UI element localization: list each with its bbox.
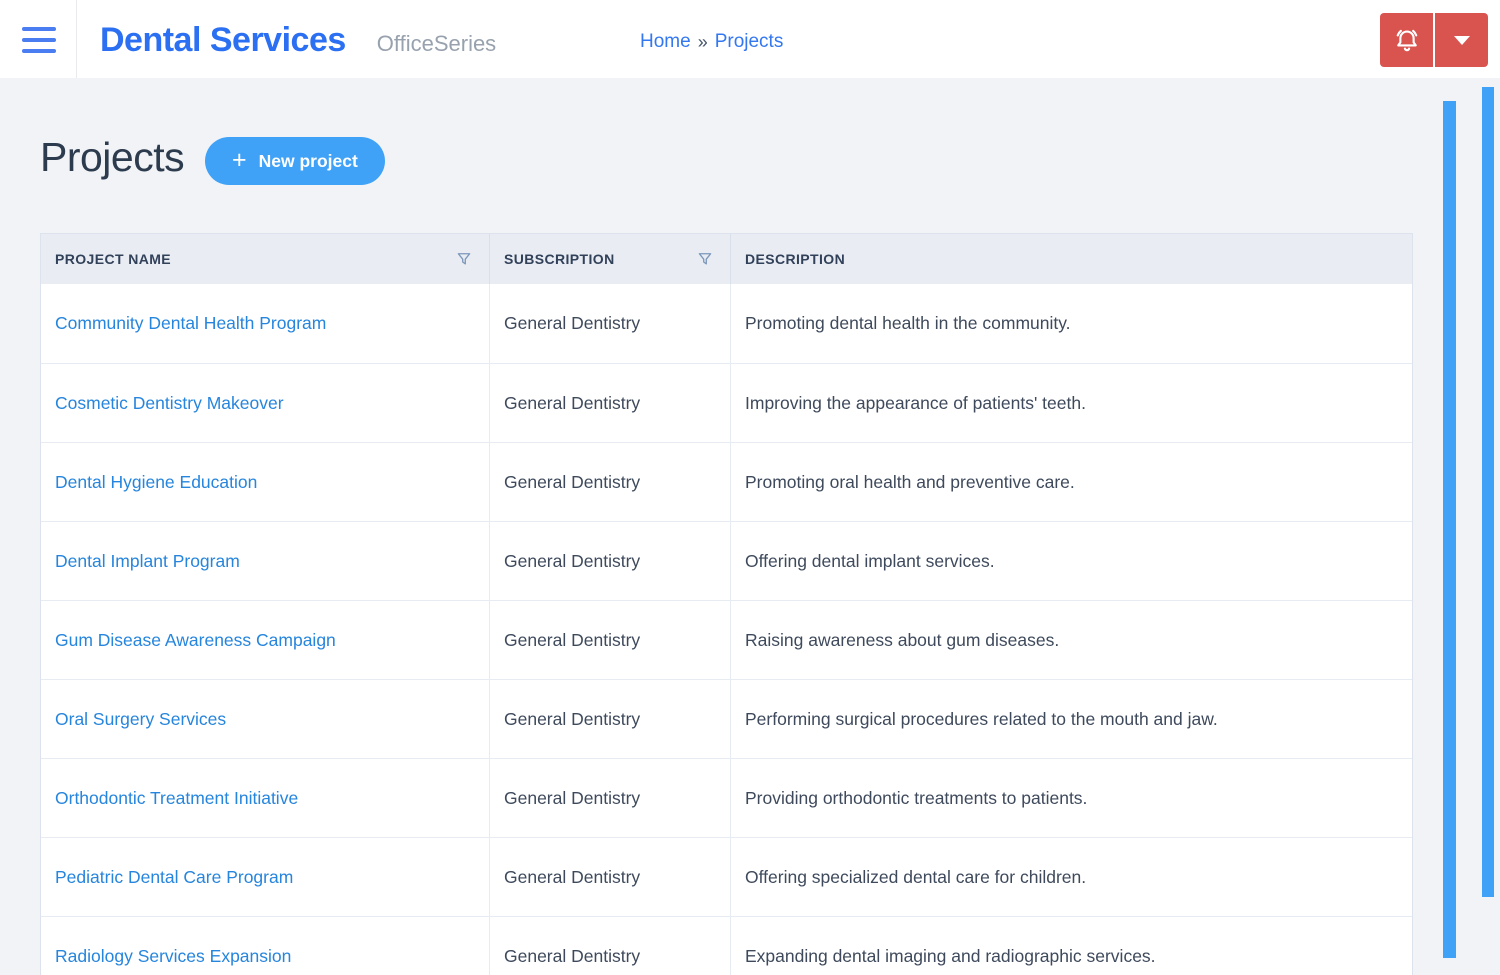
project-name-cell: Orthodontic Treatment Initiative bbox=[41, 759, 490, 837]
subscription-cell: General Dentistry bbox=[490, 601, 731, 679]
new-project-label: New project bbox=[259, 151, 358, 172]
project-name-link[interactable]: Pediatric Dental Care Program bbox=[55, 867, 293, 888]
project-name-link[interactable]: Oral Surgery Services bbox=[55, 709, 226, 730]
header-divider bbox=[76, 0, 77, 78]
project-name-link[interactable]: Radiology Services Expansion bbox=[55, 946, 291, 967]
project-name-link[interactable]: Orthodontic Treatment Initiative bbox=[55, 788, 298, 809]
menu-icon[interactable] bbox=[22, 25, 58, 55]
project-name-link[interactable]: Dental Hygiene Education bbox=[55, 472, 257, 493]
project-name-cell: Cosmetic Dentistry Makeover bbox=[41, 364, 490, 442]
description-cell: Promoting oral health and preventive car… bbox=[731, 443, 1412, 521]
column-header-subscription: SUBSCRIPTION bbox=[490, 234, 731, 284]
table-row: Dental Hygiene Education General Dentist… bbox=[41, 442, 1412, 521]
project-name-link[interactable]: Cosmetic Dentistry Makeover bbox=[55, 393, 284, 414]
table-row: Cosmetic Dentistry Makeover General Dent… bbox=[41, 363, 1412, 442]
subscription-filter-button[interactable] bbox=[696, 250, 714, 268]
project-name-cell: Gum Disease Awareness Campaign bbox=[41, 601, 490, 679]
description-cell: Performing surgical procedures related t… bbox=[731, 680, 1412, 758]
table-row: Pediatric Dental Care Program General De… bbox=[41, 837, 1412, 916]
notifications-button[interactable] bbox=[1380, 13, 1433, 67]
project-name-link[interactable]: Gum Disease Awareness Campaign bbox=[55, 630, 336, 651]
description-cell: Offering specialized dental care for chi… bbox=[731, 838, 1412, 916]
description-cell: Providing orthodontic treatments to pati… bbox=[731, 759, 1412, 837]
subscription-cell: General Dentistry bbox=[490, 522, 731, 600]
subscription-cell: General Dentistry bbox=[490, 838, 731, 916]
plus-icon: + bbox=[232, 148, 247, 173]
subscription-cell: General Dentistry bbox=[490, 364, 731, 442]
table-row: Dental Implant Program General Dentistry… bbox=[41, 521, 1412, 600]
column-header-label: SUBSCRIPTION bbox=[504, 251, 615, 267]
subscription-cell: General Dentistry bbox=[490, 917, 731, 975]
table-body: Community Dental Health Program General … bbox=[41, 284, 1412, 975]
brand-suite: OfficeSeries bbox=[377, 31, 496, 57]
project-name-cell: Community Dental Health Program bbox=[41, 284, 490, 363]
projects-table: PROJECT NAME SUBSCRIPTION bbox=[40, 233, 1413, 975]
project-name-cell: Oral Surgery Services bbox=[41, 680, 490, 758]
breadcrumb-separator: » bbox=[698, 32, 708, 53]
project-name-link[interactable]: Community Dental Health Program bbox=[55, 313, 326, 334]
filter-funnel-icon bbox=[455, 250, 473, 268]
project-name-filter-button[interactable] bbox=[455, 250, 473, 268]
table-row: Orthodontic Treatment Initiative General… bbox=[41, 758, 1412, 837]
table-row: Radiology Services Expansion General Den… bbox=[41, 916, 1412, 975]
brand: Dental Services OfficeSeries bbox=[100, 0, 496, 78]
brand-title: Dental Services bbox=[100, 20, 346, 60]
filter-funnel-icon bbox=[696, 250, 714, 268]
account-menu-button[interactable] bbox=[1435, 13, 1488, 67]
project-name-link[interactable]: Dental Implant Program bbox=[55, 551, 240, 572]
description-cell: Expanding dental imaging and radiographi… bbox=[731, 917, 1412, 975]
table-header-row: PROJECT NAME SUBSCRIPTION bbox=[41, 234, 1412, 284]
app-window: Dental Services OfficeSeries Home » Proj… bbox=[0, 0, 1500, 975]
project-name-cell: Pediatric Dental Care Program bbox=[41, 838, 490, 916]
subscription-cell: General Dentistry bbox=[490, 759, 731, 837]
column-header-label: PROJECT NAME bbox=[55, 251, 171, 267]
project-name-cell: Dental Hygiene Education bbox=[41, 443, 490, 521]
column-header-label: DESCRIPTION bbox=[745, 251, 845, 267]
subscription-cell: General Dentistry bbox=[490, 443, 731, 521]
breadcrumb-home-link[interactable]: Home bbox=[640, 31, 691, 53]
notification-bell-icon bbox=[1392, 25, 1422, 55]
new-project-button[interactable]: + New project bbox=[205, 137, 385, 185]
description-cell: Raising awareness about gum diseases. bbox=[731, 601, 1412, 679]
breadcrumb: Home » Projects bbox=[640, 31, 783, 53]
column-header-project-name: PROJECT NAME bbox=[41, 234, 490, 284]
content-scrollbar[interactable] bbox=[1443, 101, 1456, 958]
breadcrumb-current-link[interactable]: Projects bbox=[715, 31, 784, 53]
header-actions bbox=[1380, 13, 1488, 67]
caret-down-icon bbox=[1454, 36, 1470, 45]
description-cell: Promoting dental health in the community… bbox=[731, 284, 1412, 363]
subscription-cell: General Dentistry bbox=[490, 284, 731, 363]
app-header: Dental Services OfficeSeries Home » Proj… bbox=[0, 0, 1500, 78]
column-header-description: DESCRIPTION bbox=[731, 234, 1412, 284]
table-row: Oral Surgery Services General Dentistry … bbox=[41, 679, 1412, 758]
description-cell: Improving the appearance of patients' te… bbox=[731, 364, 1412, 442]
description-cell: Offering dental implant services. bbox=[731, 522, 1412, 600]
table-row: Gum Disease Awareness Campaign General D… bbox=[41, 600, 1412, 679]
page-title: Projects bbox=[40, 134, 184, 181]
subscription-cell: General Dentistry bbox=[490, 680, 731, 758]
table-row: Community Dental Health Program General … bbox=[41, 284, 1412, 363]
window-scrollbar[interactable] bbox=[1482, 87, 1494, 897]
project-name-cell: Radiology Services Expansion bbox=[41, 917, 490, 975]
project-name-cell: Dental Implant Program bbox=[41, 522, 490, 600]
